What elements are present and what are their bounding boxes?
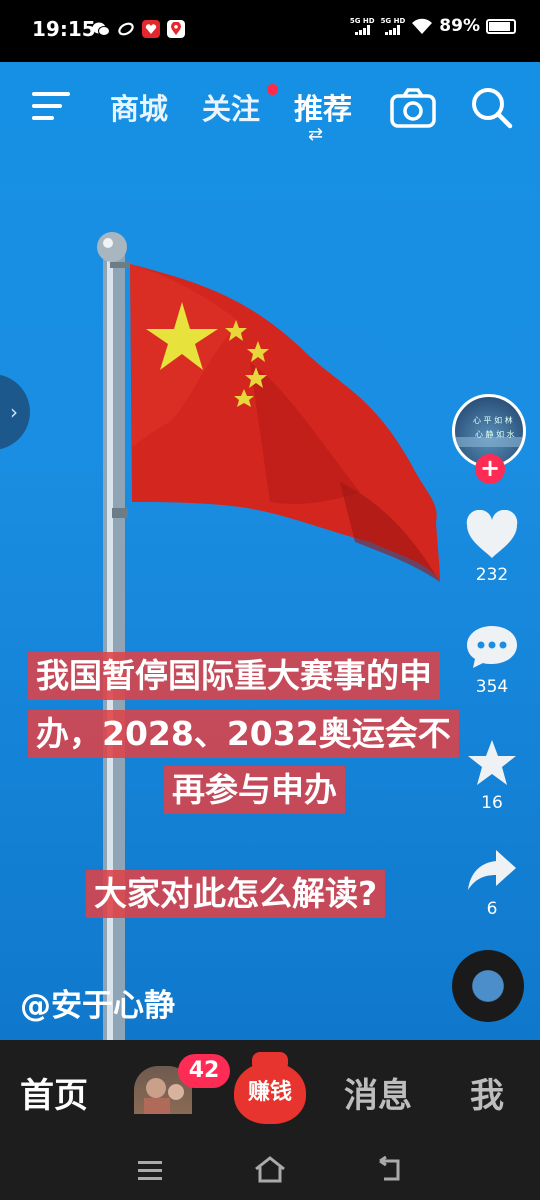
share-icon xyxy=(468,850,516,890)
menu-icon[interactable] xyxy=(32,92,70,124)
network-label-2: 5G HD xyxy=(380,17,406,25)
favorite-button[interactable]: 16 xyxy=(452,738,532,813)
comment-count: 354 xyxy=(475,677,509,697)
camera-icon[interactable] xyxy=(390,88,436,128)
system-nav xyxy=(0,1144,540,1200)
battery-percent: 89% xyxy=(439,16,480,36)
wechat-icon xyxy=(92,20,110,38)
map-app-icon xyxy=(167,20,185,38)
svg-text:心 平 如 林: 心 平 如 林 xyxy=(473,415,513,425)
signal-icon: 5G HD xyxy=(350,17,375,35)
comment-icon xyxy=(467,626,517,668)
author-handle[interactable]: @安于心静 xyxy=(20,980,175,1025)
comment-button[interactable]: 354 xyxy=(452,622,532,697)
video-player[interactable]: 商城 关注 推荐 ⇄ › 心 平 如 林心 静 如 水 + 232 354 16… xyxy=(0,62,540,1040)
friends-badge: 42 xyxy=(178,1054,230,1088)
tab-following[interactable]: 关注 xyxy=(202,86,260,128)
like-count: 232 xyxy=(475,565,509,585)
home-icon[interactable] xyxy=(253,1155,287,1185)
share-count: 6 xyxy=(486,899,498,919)
status-time: 19:15 xyxy=(32,17,96,41)
follow-plus-button[interactable]: + xyxy=(475,454,505,484)
share-button[interactable]: 6 xyxy=(452,848,532,919)
bottom-nav: 首页 42 赚钱 消息 我 xyxy=(0,1040,540,1144)
favorite-count: 16 xyxy=(481,793,503,813)
status-right: 5G HD 5G HD 89% xyxy=(350,16,516,36)
top-nav: 商城 关注 推荐 ⇄ xyxy=(0,84,540,145)
music-disc-icon[interactable] xyxy=(452,950,524,1022)
svg-text:心 静 如 水: 心 静 如 水 xyxy=(475,429,515,439)
star-icon xyxy=(468,740,516,785)
nav-home[interactable]: 首页 xyxy=(20,1068,88,1117)
notification-icons xyxy=(92,20,185,38)
wifi-icon xyxy=(412,18,433,34)
money-bag-icon: 赚钱 xyxy=(234,1062,306,1124)
status-bar: 19:15 5G HD 5G HD 89% xyxy=(0,0,540,62)
nav-messages[interactable]: 消息 xyxy=(344,1068,412,1117)
question-caption: 大家对此怎么解读? xyxy=(86,870,386,918)
recents-icon[interactable] xyxy=(137,1158,163,1182)
caption-line-1: 我国暂停国际重大赛事的申 xyxy=(28,652,440,700)
earn-button[interactable]: 赚钱 xyxy=(232,1052,308,1124)
network-label-1: 5G HD xyxy=(349,17,375,25)
swap-icon[interactable]: ⇄ xyxy=(308,124,323,145)
like-button[interactable]: 232 xyxy=(452,509,532,585)
tab-mall[interactable]: 商城 xyxy=(110,86,168,128)
tab-recommend[interactable]: 推荐 xyxy=(294,86,352,128)
search-icon[interactable] xyxy=(470,86,514,130)
following-dot xyxy=(267,84,278,95)
link-icon xyxy=(117,20,135,38)
red-app-icon xyxy=(142,20,160,38)
screen: 19:15 5G HD 5G HD 89% 商城 关注 推荐 ⇄ › 心 平 如… xyxy=(0,0,540,1200)
back-icon[interactable] xyxy=(376,1155,406,1185)
nav-me[interactable]: 我 xyxy=(470,1068,504,1117)
heart-icon xyxy=(466,509,518,558)
caption-line-2: 办，2028、2032奥运会不 xyxy=(28,710,459,758)
signal-icon-2: 5G HD xyxy=(380,17,406,35)
battery-icon xyxy=(486,18,516,34)
caption-line-3: 再参与申办 xyxy=(164,766,345,814)
